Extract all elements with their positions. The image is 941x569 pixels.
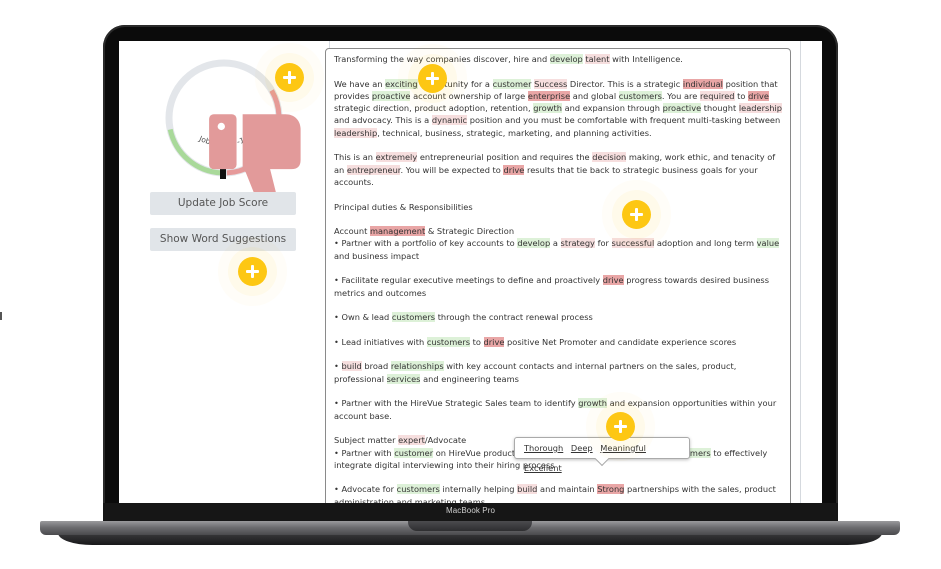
doc-paragraph: Account management & Strategic Direction… bbox=[334, 226, 780, 261]
positive-word[interactable]: services bbox=[386, 373, 421, 384]
job-score-gauge: Job Score: -12 bbox=[163, 57, 301, 207]
negative-word[interactable]: leadership bbox=[334, 127, 378, 138]
negative-word[interactable]: leadership bbox=[738, 103, 783, 114]
hotspot-score-icon[interactable] bbox=[275, 63, 304, 92]
positive-word[interactable]: customer bbox=[492, 78, 532, 89]
positive-word[interactable]: develop bbox=[549, 54, 583, 64]
scrollbar-track[interactable] bbox=[800, 41, 801, 503]
positive-word[interactable]: customers bbox=[396, 484, 440, 495]
doc-paragraph: • build broad relationships with key acc… bbox=[334, 361, 737, 384]
negative-word[interactable]: successful bbox=[611, 238, 655, 249]
show-word-suggestions-button[interactable]: Show Word Suggestions bbox=[150, 228, 296, 251]
strong-negative-word[interactable]: drive bbox=[483, 336, 505, 347]
negative-word[interactable]: required bbox=[699, 90, 735, 101]
positive-word[interactable]: proactive bbox=[662, 103, 702, 114]
laptop-notch bbox=[408, 521, 532, 531]
strong-negative-word[interactable]: management bbox=[369, 226, 426, 237]
negative-word[interactable]: expert bbox=[398, 435, 425, 446]
app-screen: Job Score: -12 Update Job Score Show Wor… bbox=[119, 41, 822, 503]
positive-word[interactable]: exciting bbox=[385, 78, 418, 89]
doc-paragraph: • Partner with the HireVue Strategic Sal… bbox=[334, 398, 777, 421]
doc-paragraph: • Own & lead customers through the contr… bbox=[334, 312, 593, 323]
strong-negative-word[interactable]: drive bbox=[748, 90, 769, 101]
negative-word[interactable]: strategy bbox=[560, 238, 595, 249]
negative-word[interactable]: Success bbox=[534, 78, 568, 89]
device-label: MacBook Pro bbox=[445, 506, 496, 515]
negative-word[interactable]: dynamic bbox=[431, 115, 468, 126]
hotspot-suggestions-button-icon[interactable] bbox=[238, 257, 267, 286]
edge-mark bbox=[0, 312, 2, 320]
doc-paragraph: This is an extremely entrepreneurial pos… bbox=[334, 152, 776, 187]
strong-negative-word[interactable]: enterprise bbox=[527, 90, 571, 101]
positive-word[interactable]: proactive bbox=[371, 90, 411, 101]
positive-word[interactable]: value bbox=[756, 238, 780, 249]
suggestion-option[interactable]: Deep bbox=[571, 443, 593, 453]
negative-word[interactable]: build bbox=[517, 484, 538, 495]
negative-word[interactable]: build bbox=[341, 361, 362, 372]
positive-word[interactable]: customers bbox=[426, 336, 471, 347]
suggestion-option[interactable]: Thorough bbox=[524, 443, 563, 453]
score-panel: Job Score: -12 Update Job Score Show Wor… bbox=[119, 41, 329, 503]
doc-paragraph: We have an exciting opportunity for a cu… bbox=[334, 78, 783, 138]
strong-negative-word[interactable]: drive bbox=[503, 164, 525, 175]
hotspot-opportunity-icon[interactable] bbox=[418, 64, 447, 93]
strong-negative-word[interactable]: individual bbox=[682, 78, 723, 89]
negative-word[interactable]: talent bbox=[585, 54, 610, 64]
suggestion-option[interactable]: Meaningful bbox=[600, 443, 646, 453]
strong-negative-word[interactable]: Strong bbox=[597, 484, 625, 495]
job-description-editor[interactable]: Transforming the way companies discover,… bbox=[325, 48, 791, 503]
positive-word[interactable]: customers bbox=[391, 312, 436, 323]
update-job-score-button[interactable]: Update Job Score bbox=[150, 192, 296, 215]
hotspot-tooltip-icon[interactable] bbox=[606, 412, 635, 441]
job-description-text: Transforming the way companies discover,… bbox=[326, 49, 790, 503]
strong-negative-word[interactable]: drive bbox=[602, 275, 624, 286]
positive-word[interactable]: develop bbox=[517, 238, 551, 249]
hotspot-successful-icon[interactable] bbox=[622, 200, 651, 229]
doc-paragraph: • Facilitate regular executive meetings … bbox=[334, 275, 769, 298]
positive-word[interactable]: customer bbox=[394, 447, 434, 458]
negative-word[interactable]: entrepreneur bbox=[346, 164, 401, 175]
suggestion-option[interactable]: Excellent bbox=[524, 463, 562, 473]
positive-word[interactable]: relationships bbox=[390, 361, 444, 372]
doc-paragraph: • Advocate for customers internally help… bbox=[334, 484, 776, 503]
positive-word[interactable]: customers bbox=[618, 90, 662, 101]
word-suggestions-tooltip: Thorough Deep Meaningful Excellent bbox=[514, 437, 690, 473]
doc-paragraph: Principal duties & Responsibilities bbox=[334, 201, 473, 212]
positive-word[interactable]: growth bbox=[578, 398, 607, 409]
positive-word[interactable]: growth bbox=[533, 103, 562, 114]
doc-paragraph: • Lead initiatives with customers to dri… bbox=[334, 336, 737, 347]
negative-word[interactable]: decision bbox=[592, 152, 627, 163]
negative-word[interactable]: extremely bbox=[375, 152, 418, 163]
doc-paragraph: Transforming the way companies discover,… bbox=[334, 54, 683, 64]
